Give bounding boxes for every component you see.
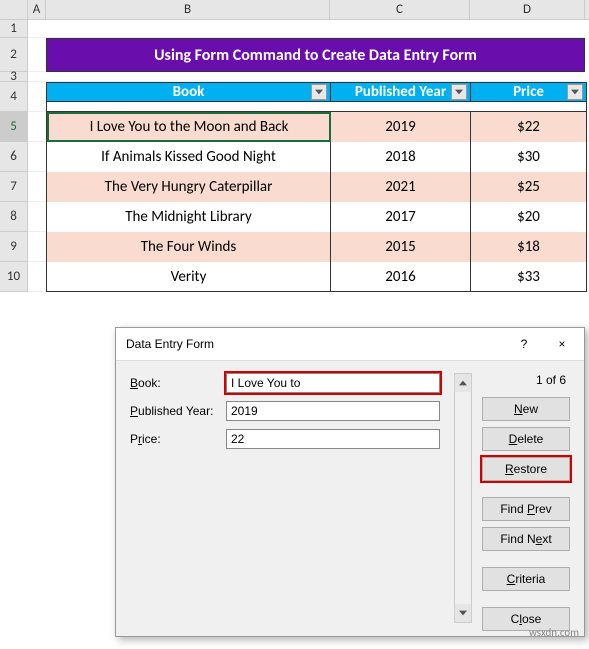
restore-button[interactable]: Restore [482,457,570,481]
cell-price-4[interactable]: $18 [471,232,586,262]
close-icon[interactable]: × [550,334,574,354]
cell-year-4[interactable]: 2015 [331,232,471,262]
header-text-price: Price [513,83,544,101]
select-all-corner[interactable] [0,0,28,19]
cell-a6[interactable] [28,142,46,172]
dialog-titlebar[interactable]: Data Entry Form ? × [116,328,584,361]
cell-d1[interactable] [470,20,585,38]
scroll-up-icon[interactable] [455,374,471,392]
row-header-1[interactable]: 1 [0,20,28,38]
find-next-button[interactable]: Find Next [482,527,570,551]
cell-year-0[interactable]: 2019 [331,112,471,142]
cell-c1[interactable] [330,20,470,38]
column-headers-row: A B C D [0,0,589,20]
row-header-10[interactable]: 10 [0,262,28,292]
cell-a10[interactable] [28,262,46,292]
col-header-a[interactable]: A [28,0,46,19]
data-entry-form-dialog: Data Entry Form ? × Book: Published Year… [115,327,585,637]
cell-a3[interactable] [28,72,46,82]
form-buttons: 1 of 6 New Delete Restore Find Prev Find… [482,373,570,637]
cell-a2[interactable] [28,38,46,72]
help-button[interactable]: ? [512,334,536,354]
cell-book-3[interactable]: The Midnight Library [47,202,331,232]
filter-dropdown-icon[interactable] [567,84,583,100]
cell-book-5[interactable]: Verity [47,262,331,291]
row-header-4[interactable]: 4 [0,82,28,112]
cell-year-3[interactable]: 2017 [331,202,471,232]
label-book: Book: [130,376,226,390]
table-header-price[interactable]: Price [471,83,586,102]
header-text-book: Book [173,83,205,101]
published-year-field[interactable] [226,401,440,421]
cell-year-5[interactable]: 2016 [331,262,471,291]
form-scrollbar[interactable] [454,373,472,623]
cell-price-2[interactable]: $25 [471,172,586,202]
row-header-7[interactable]: 7 [0,172,28,202]
cell-price-5[interactable]: $33 [471,262,586,291]
page-title[interactable]: Using Form Command to Create Data Entry … [46,38,585,72]
cell-a9[interactable] [28,232,46,262]
cell-price-1[interactable]: $30 [471,142,586,172]
cell-a4[interactable] [28,82,46,112]
row-header-6[interactable]: 6 [0,142,28,172]
new-button[interactable]: New [482,397,570,421]
book-field[interactable] [226,373,440,393]
cell-year-1[interactable]: 2018 [331,142,471,172]
row-header-8[interactable]: 8 [0,202,28,232]
cell-b3[interactable] [46,72,330,82]
cell-book-2[interactable]: The Very Hungry Caterpillar [47,172,331,202]
cell-price-3[interactable]: $20 [471,202,586,232]
watermark: wsxdn.com [529,626,579,639]
filter-dropdown-icon[interactable] [451,84,467,100]
filter-dropdown-icon[interactable] [311,84,327,100]
row-header-9[interactable]: 9 [0,232,28,262]
cell-b1[interactable] [46,20,330,38]
criteria-button[interactable]: Criteria [482,567,570,591]
cell-book-1[interactable]: If Animals Kissed Good Night [47,142,331,172]
table-header-book[interactable]: Book [47,83,331,102]
col-header-c[interactable]: C [330,0,470,19]
form-fields: Book: Published Year: Price: [130,373,440,637]
cell-book-4[interactable]: The Four Winds [47,232,331,262]
scroll-down-icon[interactable] [455,604,471,622]
cell-a1[interactable] [28,20,46,38]
cell-year-2[interactable]: 2021 [331,172,471,202]
cell-book-0[interactable]: I Love You to the Moon and Back [47,112,331,142]
row-header-2[interactable]: 2 [0,38,28,72]
row-header-5[interactable]: 5 [0,112,28,142]
cell-d3[interactable] [470,72,585,82]
find-prev-button[interactable]: Find Prev [482,497,570,521]
cell-a5[interactable] [28,112,46,142]
label-price: Price: [130,432,226,446]
record-counter: 1 of 6 [482,373,570,387]
label-year: Published Year: [130,404,226,418]
cell-c3[interactable] [330,72,470,82]
price-field[interactable] [226,429,440,449]
cell-price-0[interactable]: $22 [471,112,586,142]
row-header-3[interactable]: 3 [0,72,28,82]
header-text-year: Published Year [355,83,446,101]
delete-button[interactable]: Delete [482,427,570,451]
cell-a8[interactable] [28,202,46,232]
cell-a7[interactable] [28,172,46,202]
col-header-b[interactable]: B [46,0,330,19]
table-header-year[interactable]: Published Year [331,83,471,102]
col-header-d[interactable]: D [470,0,585,19]
dialog-title: Data Entry Form [126,337,214,351]
spreadsheet: A B C D 1 2 Using Form Command to Create… [0,0,589,292]
